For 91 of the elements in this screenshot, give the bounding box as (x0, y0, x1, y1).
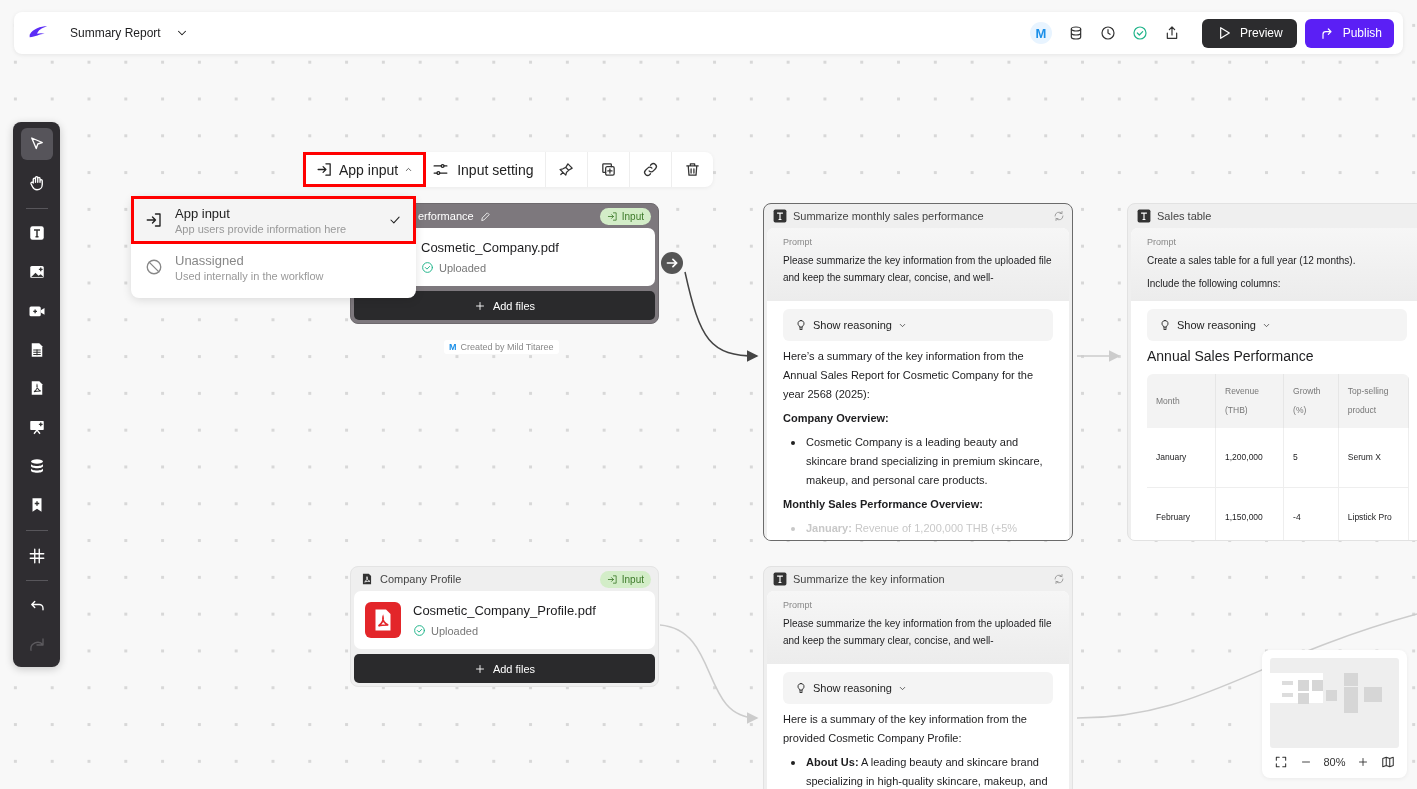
app-input-dropdown[interactable]: App input (303, 152, 427, 187)
plus-icon (473, 299, 486, 312)
pdf-icon (360, 572, 374, 586)
table-cell: 1,200,000 (1215, 428, 1284, 488)
prompt-text: Please summarize the key information from the uploaded file and keep the summary clear, concise, and well- (783, 617, 1053, 648)
lightbulb-icon (1159, 319, 1171, 331)
duplicate-icon[interactable] (600, 161, 618, 178)
prompt-label: Prompt (783, 237, 813, 247)
option-description: Used internally in the workflow (175, 269, 325, 282)
trash-icon[interactable] (684, 161, 702, 178)
upload-status: Uploaded (439, 261, 487, 274)
output-text: Here’s a summary of the key information from the Annual Sales Report for Cosmetic Company for the year 2568 (2025): (783, 349, 1035, 402)
check-circle-icon (421, 261, 434, 274)
table-cell: -4 (1283, 487, 1339, 540)
column-header: Month (1147, 374, 1216, 428)
add-files-button[interactable]: Add files (354, 654, 655, 683)
node-title: Summarize the key information (793, 573, 945, 585)
connector-arrow (1076, 350, 1121, 362)
preview-button[interactable]: Preview (1201, 18, 1297, 48)
prompt-label: Prompt (1147, 237, 1177, 247)
map-icon[interactable] (1380, 755, 1395, 769)
option-description: App users provide information here (175, 222, 348, 235)
input-arrow-icon (145, 211, 163, 229)
slashed-circle-icon (145, 258, 163, 276)
input-arrow-icon (316, 161, 333, 178)
option-title: App input (175, 205, 231, 221)
input-arrow-icon (606, 573, 618, 585)
hand-icon (27, 173, 46, 192)
table-cell: Serum X (1338, 428, 1409, 488)
check-circle-icon (413, 624, 426, 637)
prompt-text: Please summarize the key information from the uploaded file and keep the summary clear, concise, and well- (783, 254, 1053, 285)
node-title: Sales table (1157, 210, 1212, 222)
bullet-item: About Us: A leading beauty and skincare brand specializing in high-quality skincare, makeup, and (783, 753, 1055, 789)
input-arrow-icon (606, 210, 618, 222)
node-title: Company Profile (380, 573, 462, 585)
bullet-item: Cosmetic Company is a leading beauty and skincare brand specializing in premium skincare, makeup, and personal care products. (783, 433, 1055, 490)
plus-icon (473, 662, 486, 675)
node-title: Summarize monthly sales performance (793, 210, 984, 222)
table-cell: 5 (1283, 428, 1339, 488)
plus-icon[interactable] (1357, 756, 1370, 768)
column-header: Revenue (THB) (1215, 374, 1284, 428)
text-icon (773, 572, 787, 586)
link-icon[interactable] (642, 161, 660, 178)
creator-text: Created by Mild Titaree (460, 342, 554, 352)
text-icon (773, 209, 787, 223)
clock-icon[interactable] (1099, 25, 1116, 41)
input-badge: Input (599, 570, 651, 588)
text-icon (27, 224, 46, 243)
table-cell: 1,150,000 (1215, 487, 1284, 540)
menu-option[interactable]: App input App users provide information here (131, 196, 416, 244)
prompt-label: Prompt (783, 600, 813, 610)
pdf-file-icon (365, 602, 401, 638)
add-files-button[interactable]: Add files (354, 291, 655, 320)
input-badge: Input (599, 207, 651, 225)
grid-icon (27, 546, 46, 565)
node-title: erformance (418, 210, 474, 222)
output-heading: Company Overview: (783, 411, 890, 426)
text-icon (1137, 209, 1151, 223)
publish-button[interactable]: Publish (1304, 18, 1394, 48)
pointer-tool-button[interactable] (20, 128, 53, 160)
chevron-up-icon (404, 165, 414, 174)
check-circle-icon (1131, 25, 1148, 41)
output-heading: Monthly Sales Performance Overview: (783, 497, 984, 512)
show-reasoning-button[interactable]: Show reasoning (783, 309, 1053, 341)
prompt-text: Include the following columns: (1147, 277, 1282, 291)
option-title: Unassigned (175, 252, 245, 268)
lightbulb-icon (795, 682, 807, 694)
zoom-level: 80% (1323, 756, 1346, 768)
column-header: Growth (%) (1283, 374, 1339, 428)
table-title: Annual Sales Performance (1147, 347, 1315, 366)
project-title: Summary Report (70, 26, 161, 40)
show-reasoning-button[interactable]: Show reasoning (1147, 309, 1407, 341)
lightbulb-icon (795, 319, 807, 331)
file-name: Cosmetic_Company_Profile.pdf (413, 603, 596, 618)
show-reasoning-button[interactable]: Show reasoning (783, 672, 1053, 704)
input-setting-button[interactable]: Input setting (426, 152, 547, 187)
arrow-right-icon[interactable] (661, 252, 683, 274)
table-cell: February (1147, 487, 1216, 540)
file-name: Cosmetic_Company.pdf (421, 240, 559, 255)
output-text: Here is a summary of the key information from the provided Cosmetic Company Profile: (783, 712, 1028, 746)
creator-avatar: M (449, 342, 457, 352)
upload-status: Uploaded (431, 624, 479, 637)
pencil-icon[interactable] (479, 210, 491, 222)
column-header: Top-selling product (1338, 374, 1409, 428)
sliders-icon (432, 161, 450, 178)
prompt-text: Create a sales table for a full year (12 months). (1147, 254, 1357, 268)
table-cell: January (1147, 428, 1216, 488)
table-cell: Lipstick Pro (1338, 487, 1409, 540)
fullscreen-icon[interactable] (1274, 755, 1288, 769)
presentation-add-icon (27, 418, 46, 437)
menu-option[interactable]: Unassigned Used internally in the workflow (131, 244, 416, 290)
